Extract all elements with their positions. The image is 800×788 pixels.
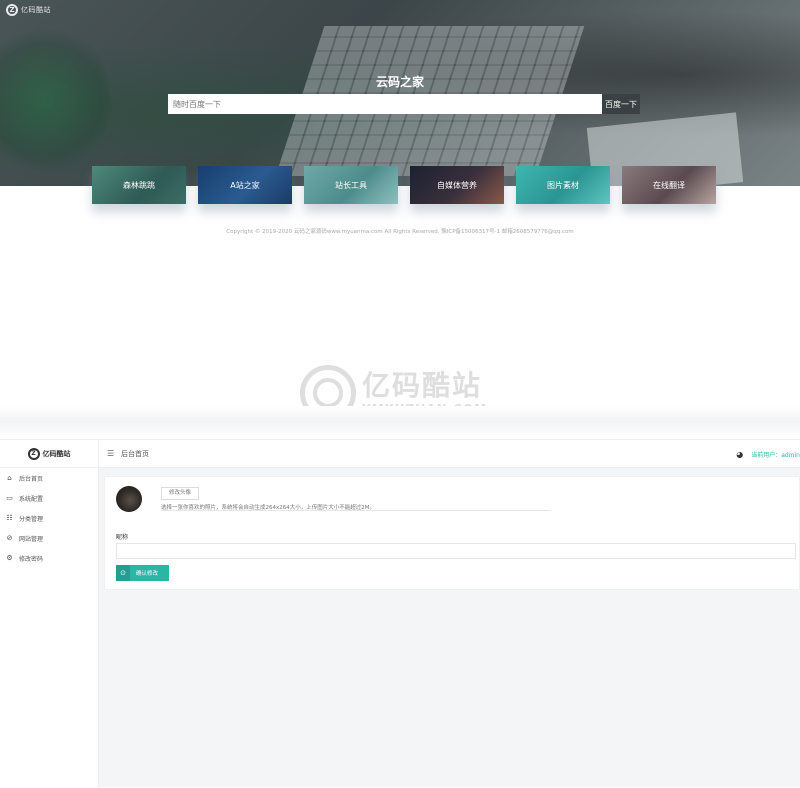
card-label: 站长工具 <box>335 180 367 190</box>
card-label: 自媒体营养 <box>437 180 477 190</box>
quick-link-card[interactable]: A站之家 <box>198 166 292 204</box>
gear-icon: ⚙ <box>6 554 13 562</box>
sidebar-item-category[interactable]: ☷ 分类管理 <box>0 508 98 528</box>
search-input[interactable] <box>168 94 602 114</box>
search-bar: 百度一下 <box>168 94 640 114</box>
card-label: 在线翻译 <box>653 180 685 190</box>
profile-card: 修改头像 选择一张你喜欢的照片，系统将会自动生成264x264大小，上传图片大小… <box>104 476 800 590</box>
quick-link-card[interactable]: 在线翻译 <box>622 166 716 204</box>
logo-icon: Z <box>27 447 40 460</box>
site-logo-text: 亿码酷站 <box>21 6 51 14</box>
watermark-cn: 亿码酷站 <box>362 369 483 402</box>
home-icon: ⌂ <box>7 474 12 482</box>
check-circle-icon: ⊙ <box>116 565 130 581</box>
search-button[interactable]: 百度一下 <box>602 94 640 114</box>
card-label: 图片素材 <box>547 180 579 190</box>
grid-icon: ☷ <box>6 514 13 522</box>
sidebar-item-password[interactable]: ⚙ 修改密码 <box>0 548 98 568</box>
admin-panel: Z 亿码酷站 ⌂ 后台首页 ▭ 系统配置 ☷ 分类管理 ⊘ 网站管理 ⚙ 修改密… <box>0 439 800 788</box>
sidebar-item-home[interactable]: ⌂ 后台首页 <box>0 468 98 488</box>
breadcrumb: 后台首页 <box>121 449 149 458</box>
nickname-label: 昵称 <box>116 534 129 541</box>
sidebar-logo[interactable]: Z 亿码酷站 <box>0 440 98 468</box>
copyright-text: Copyright © 2019-2020 云码之家源码www.myuanma.… <box>226 229 574 235</box>
topbar: ☰ 后台首页 ◕ 当前用户：admin <box>99 440 800 468</box>
edit-avatar-button[interactable]: 修改头像 <box>161 487 200 500</box>
sidebar-item-label: 系统配置 <box>19 495 44 503</box>
sidebar-item-label: 分类管理 <box>19 515 44 523</box>
quick-link-card[interactable]: 站长工具 <box>304 166 398 204</box>
sidebar-logo-text: 亿码酷站 <box>42 449 71 458</box>
palette-icon[interactable]: ◕ <box>736 450 743 459</box>
avatar[interactable] <box>116 486 142 512</box>
sidebar-item-label: 后台首页 <box>19 475 44 483</box>
nickname-input[interactable] <box>116 543 796 559</box>
current-user-link[interactable]: 当前用户：admin <box>751 450 800 459</box>
sidebar-item-system-config[interactable]: ▭ 系统配置 <box>0 488 98 508</box>
monitor-icon: ▭ <box>6 494 13 502</box>
sidebar-item-sites[interactable]: ⊘ 网站管理 <box>0 528 98 548</box>
logo-icon: Z <box>6 4 18 16</box>
hint-divider <box>161 510 551 511</box>
quick-link-cards: 森林跳跳 A站之家 站长工具 自媒体营养 图片素材 在线翻译 <box>92 166 716 206</box>
quick-link-card[interactable]: 森林跳跳 <box>92 166 186 204</box>
quick-link-card[interactable]: 图片素材 <box>516 166 610 204</box>
site-title: 云码之家 <box>375 75 424 89</box>
menu-toggle-icon[interactable]: ☰ <box>107 449 116 458</box>
confirm-button[interactable]: ⊙ 确认修改 <box>116 565 169 581</box>
sidebar-item-label: 网站管理 <box>19 535 44 543</box>
site-logo[interactable]: Z 亿码酷站 <box>6 4 51 16</box>
section-divider <box>0 406 800 438</box>
sidebar: Z 亿码酷站 ⌂ 后台首页 ▭ 系统配置 ☷ 分类管理 ⊘ 网站管理 ⚙ 修改密… <box>0 440 99 788</box>
hero-banner: Z 亿码酷站 云码之家 百度一下 <box>0 0 800 186</box>
sidebar-item-label: 修改密码 <box>19 555 44 563</box>
card-label: A站之家 <box>230 180 260 190</box>
quick-link-card[interactable]: 自媒体营养 <box>410 166 504 204</box>
link-icon: ⊘ <box>6 534 13 542</box>
card-label: 森林跳跳 <box>123 180 155 190</box>
confirm-button-label: 确认修改 <box>136 571 159 577</box>
